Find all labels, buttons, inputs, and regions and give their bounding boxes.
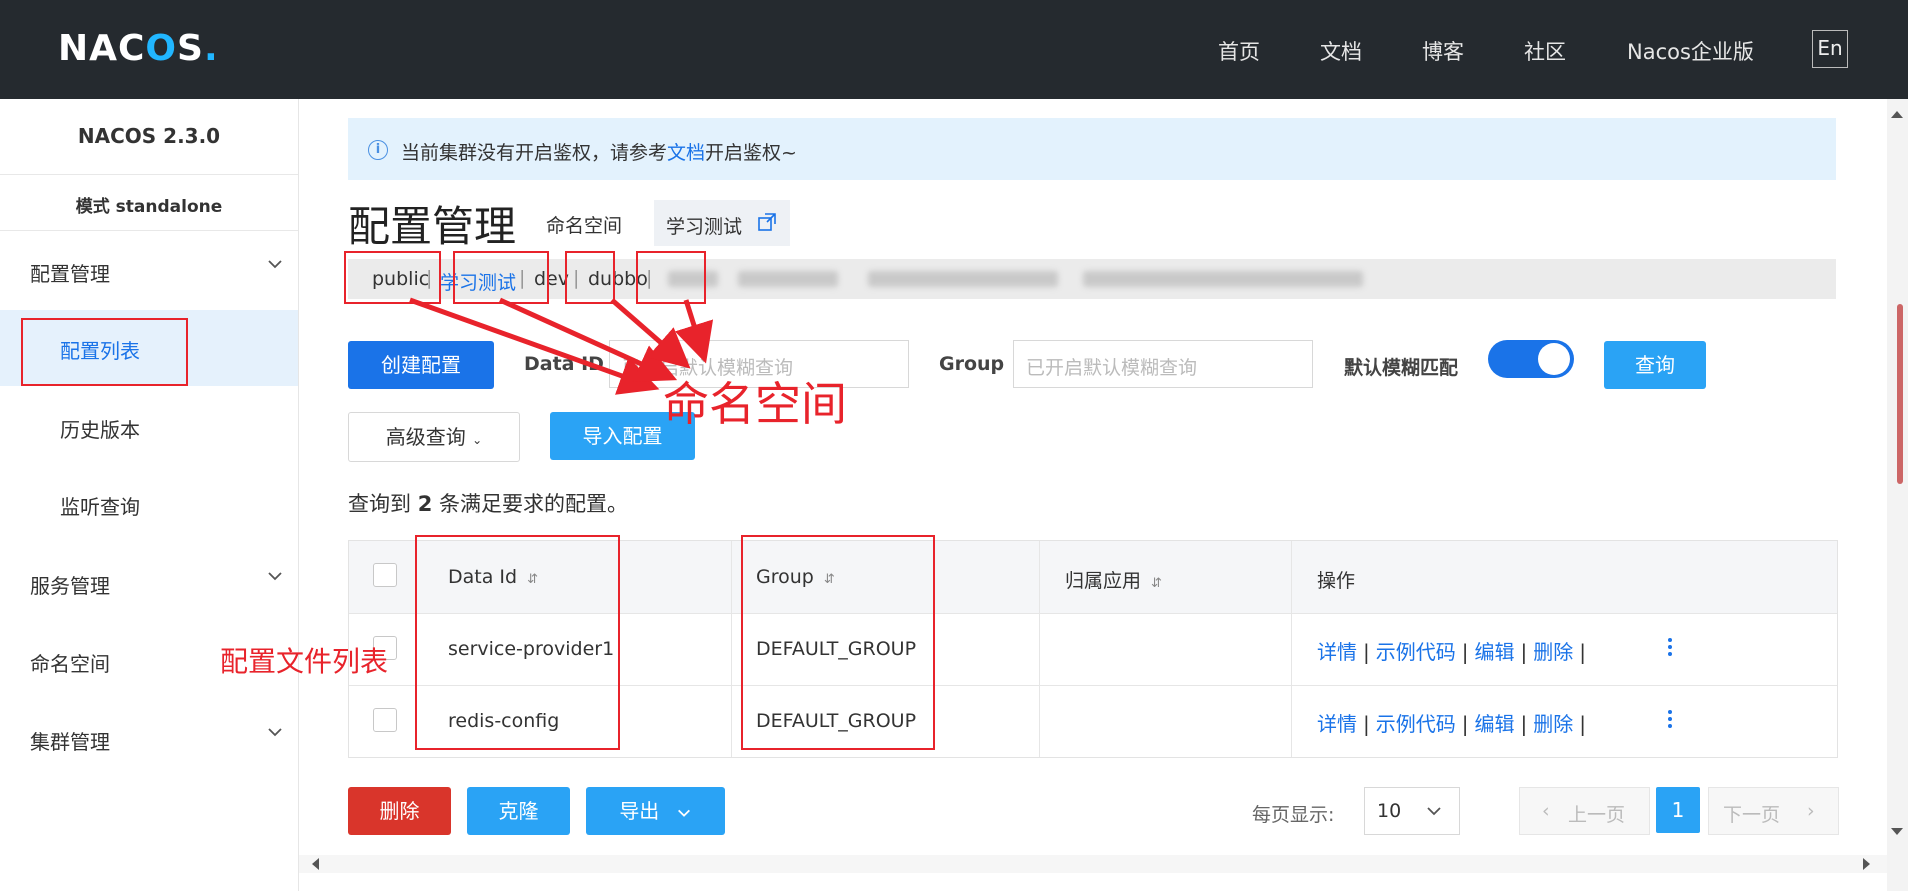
arrow-dubbo — [674, 299, 714, 364]
annotation-arrows — [409, 297, 714, 395]
arrow-dev — [610, 298, 691, 369]
